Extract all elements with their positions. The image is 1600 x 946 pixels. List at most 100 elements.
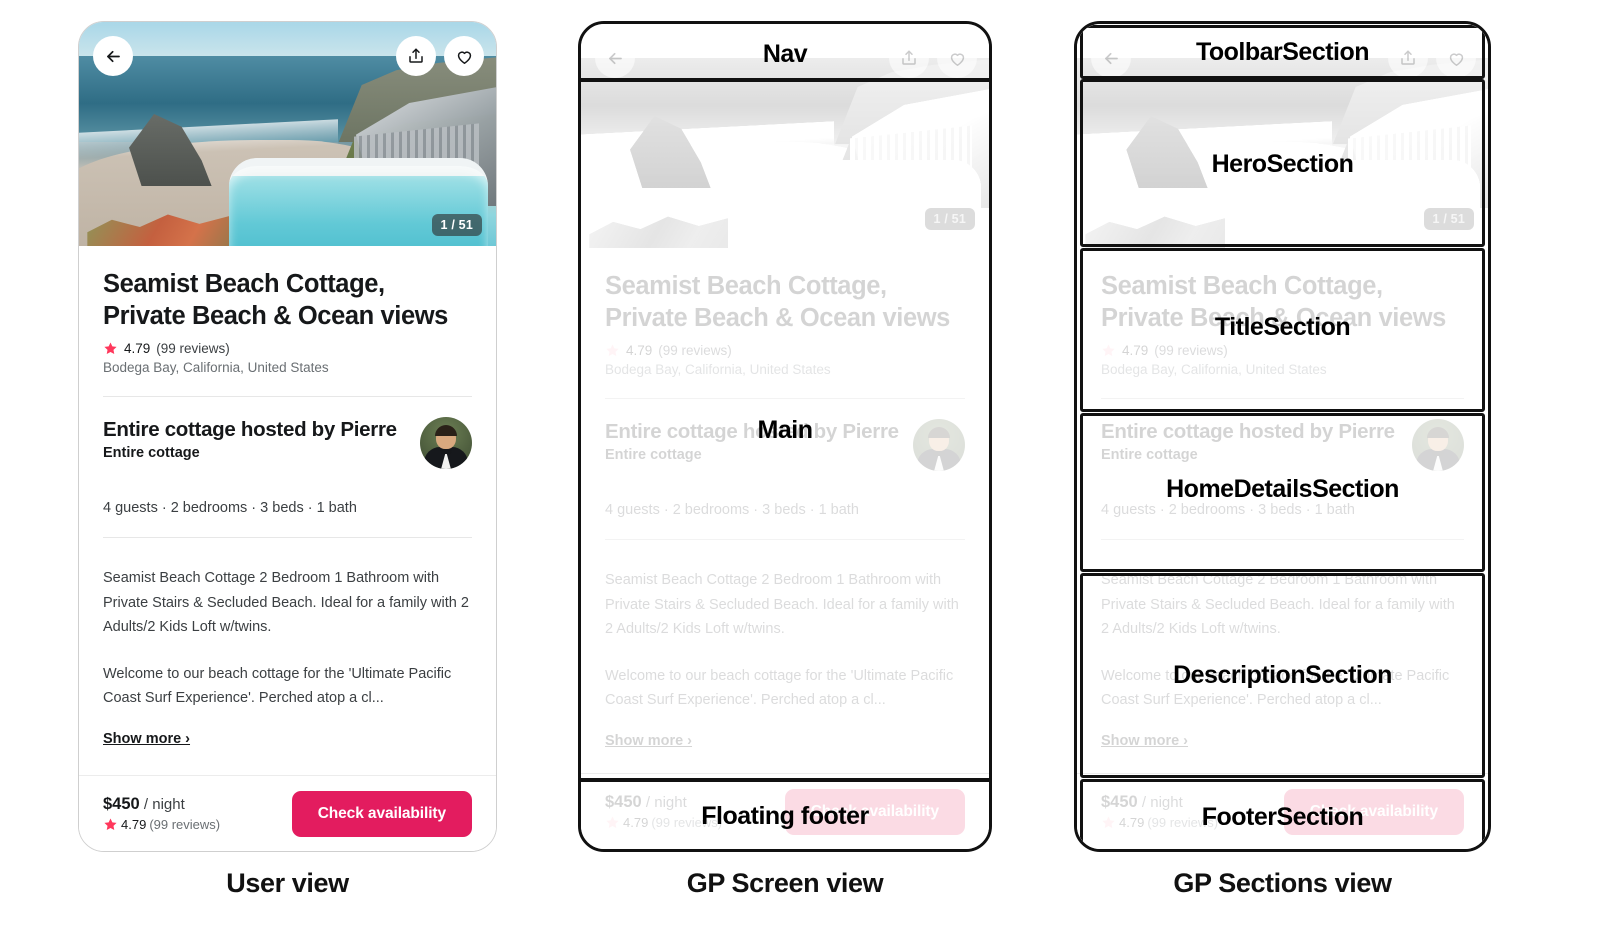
- price-amount: $450: [1101, 793, 1138, 811]
- price-line: $450 / night: [605, 793, 722, 812]
- back-arrow-icon: [595, 38, 635, 78]
- footer-rating-row: 4.79 (99 reviews): [605, 815, 722, 830]
- avatar: [1412, 419, 1464, 471]
- rating-row: 4.79 (99 reviews): [103, 341, 472, 356]
- footer-rating-value: 4.79: [1119, 815, 1145, 830]
- price-amount: $450: [605, 793, 642, 811]
- rating-row: 4.79 (99 reviews): [1101, 343, 1464, 358]
- review-count: (99 reviews): [658, 343, 732, 358]
- star-icon: [1102, 816, 1115, 829]
- heart-icon: [1436, 38, 1476, 78]
- avatar-hair: [435, 425, 457, 437]
- footer-review-count: (99 reviews): [651, 815, 723, 830]
- host-row: Entire cottage hosted by Pierre Entire c…: [1101, 419, 1464, 471]
- price-block: $450 / night 4.79 (99 reviews): [605, 793, 722, 830]
- avatar[interactable]: [420, 417, 472, 469]
- description-block: Seamist Beach Cottage 2 Bedroom 1 Bathro…: [103, 566, 472, 747]
- price-period: / night: [139, 796, 185, 813]
- check-availability-button: Check availability: [784, 788, 965, 835]
- caption-gp-screen-view: GP Screen view: [686, 868, 884, 898]
- star-icon: [1102, 344, 1115, 357]
- listing-body: Seamist Beach Cottage, Private Beach & O…: [581, 248, 989, 773]
- panel-gp-sections-view: 1 / 51 Seamist Beach Cottage, Private Be…: [1074, 21, 1491, 852]
- check-availability-button[interactable]: Check availability: [291, 790, 472, 837]
- footer-review-count: (99 reviews): [149, 817, 221, 832]
- phone-frame-screen: 1 / 51 Seamist Beach Cottage, Private Be…: [578, 21, 992, 852]
- price-line: $450 / night: [103, 795, 220, 814]
- description-block: Seamist Beach Cottage 2 Bedroom 1 Bathro…: [605, 568, 965, 749]
- star-icon: [104, 818, 117, 831]
- host-subtitle: Entire cottage: [103, 445, 200, 461]
- share-icon[interactable]: [396, 36, 436, 76]
- host-row: Entire cottage hosted by Pierre Entire c…: [103, 417, 472, 469]
- panel-user-view: 1 / 51 Seamist Beach Cottage, Private Be…: [78, 21, 497, 852]
- description-paragraph-1: Seamist Beach Cottage 2 Bedroom 1 Bathro…: [1101, 572, 1455, 637]
- description-paragraph-2: Welcome to our beach cottage for the 'Ul…: [1101, 667, 1450, 709]
- rating-value: 4.79: [626, 343, 653, 358]
- divider: [605, 539, 965, 540]
- back-arrow-icon: [1091, 38, 1131, 78]
- app-screen-gp-sections: 1 / 51 Seamist Beach Cottage, Private Be…: [1077, 24, 1488, 849]
- app-screen-user: 1 / 51 Seamist Beach Cottage, Private Be…: [79, 22, 496, 851]
- price-block: $450 / night 4.79 (99 reviews): [103, 795, 220, 832]
- footer-review-count: (99 reviews): [1147, 815, 1219, 830]
- show-more-link[interactable]: Show more ›: [103, 731, 472, 747]
- heart-icon: [937, 38, 977, 78]
- show-more-link: Show more ›: [1101, 732, 1189, 749]
- host-heading: Entire cottage hosted by Pierre: [1101, 420, 1395, 443]
- review-count: (99 reviews): [156, 341, 230, 356]
- description-paragraph-1: Seamist Beach Cottage 2 Bedroom 1 Bathro…: [605, 572, 959, 637]
- phone-frame-sections: 1 / 51 Seamist Beach Cottage, Private Be…: [1074, 21, 1491, 852]
- hero-image[interactable]: 1 / 51: [79, 22, 496, 246]
- caption-gp-sections-view: GP Sections view: [1173, 868, 1392, 898]
- rating-value: 4.79: [1122, 343, 1149, 358]
- show-more-link: Show more ›: [605, 732, 693, 749]
- home-facts: 4 guests · 2 bedrooms · 3 beds · 1 bath: [605, 502, 859, 518]
- rating-value: 4.79: [124, 341, 151, 356]
- review-count: (99 reviews): [1154, 343, 1228, 358]
- description-paragraph-2: Welcome to our beach cottage for the 'Ul…: [605, 667, 954, 709]
- comparison-stage: 1 / 51 Seamist Beach Cottage, Private Be…: [0, 0, 1600, 946]
- price-period: / night: [1137, 794, 1183, 811]
- avatar-hair: [928, 427, 950, 439]
- app-screen-gp: 1 / 51 Seamist Beach Cottage, Private Be…: [581, 24, 989, 849]
- heart-icon[interactable]: [444, 36, 484, 76]
- host-text: Entire cottage hosted by Pierre Entire c…: [1101, 419, 1395, 463]
- photo-counter-badge: 1 / 51: [924, 208, 975, 230]
- footer-rating-row: 4.79 (99 reviews): [103, 817, 220, 832]
- divider: [1101, 398, 1464, 399]
- floating-footer: $450 / night 4.79 (99 reviews) Check ava…: [1077, 773, 1488, 849]
- avatar-hair: [1427, 427, 1449, 439]
- avatar-bowtie: [440, 449, 452, 455]
- footer-rating-value: 4.79: [623, 815, 649, 830]
- check-availability-button: Check availability: [1283, 788, 1464, 835]
- host-subtitle: Entire cottage: [1101, 447, 1198, 463]
- home-facts: 4 guests · 2 bedrooms · 3 beds · 1 bath: [1101, 502, 1355, 518]
- nav-boundary-line: [581, 78, 989, 82]
- divider: [605, 398, 965, 399]
- back-arrow-icon[interactable]: [93, 36, 133, 76]
- host-heading: Entire cottage hosted by Pierre: [103, 418, 397, 441]
- page-title: Seamist Beach Cottage, Private Beach & O…: [1101, 272, 1446, 332]
- panel-gp-screen-view: 1 / 51 Seamist Beach Cottage, Private Be…: [578, 21, 992, 852]
- price-block: $450 / night 4.79 (99 reviews): [1101, 793, 1218, 830]
- floating-footer: $450 / night 4.79 (99 reviews) Check ava…: [581, 773, 989, 849]
- price-line: $450 / night: [1101, 793, 1218, 812]
- price-amount: $450: [103, 795, 140, 813]
- star-icon: [606, 816, 619, 829]
- footer-rating-row: 4.79 (99 reviews): [1101, 815, 1218, 830]
- avatar-bowtie: [1432, 451, 1444, 457]
- listing-location: Bodega Bay, California, United States: [103, 360, 329, 375]
- phone-frame-user: 1 / 51 Seamist Beach Cottage, Private Be…: [78, 21, 497, 852]
- host-text: Entire cottage hosted by Pierre Entire c…: [605, 419, 899, 463]
- star-icon: [104, 342, 117, 355]
- description-paragraph-2: Welcome to our beach cottage for the 'Ul…: [103, 665, 452, 707]
- host-row: Entire cottage hosted by Pierre Entire c…: [605, 419, 965, 471]
- photo-counter-badge: 1 / 51: [431, 214, 482, 236]
- page-title: Seamist Beach Cottage, Private Beach & O…: [605, 272, 950, 332]
- photo-counter-badge: 1 / 51: [1423, 208, 1474, 230]
- rating-row: 4.79 (99 reviews): [605, 343, 965, 358]
- hero-hot-tub: [727, 160, 981, 248]
- home-facts: 4 guests · 2 bedrooms · 3 beds · 1 bath: [103, 500, 357, 516]
- divider: [1101, 539, 1464, 540]
